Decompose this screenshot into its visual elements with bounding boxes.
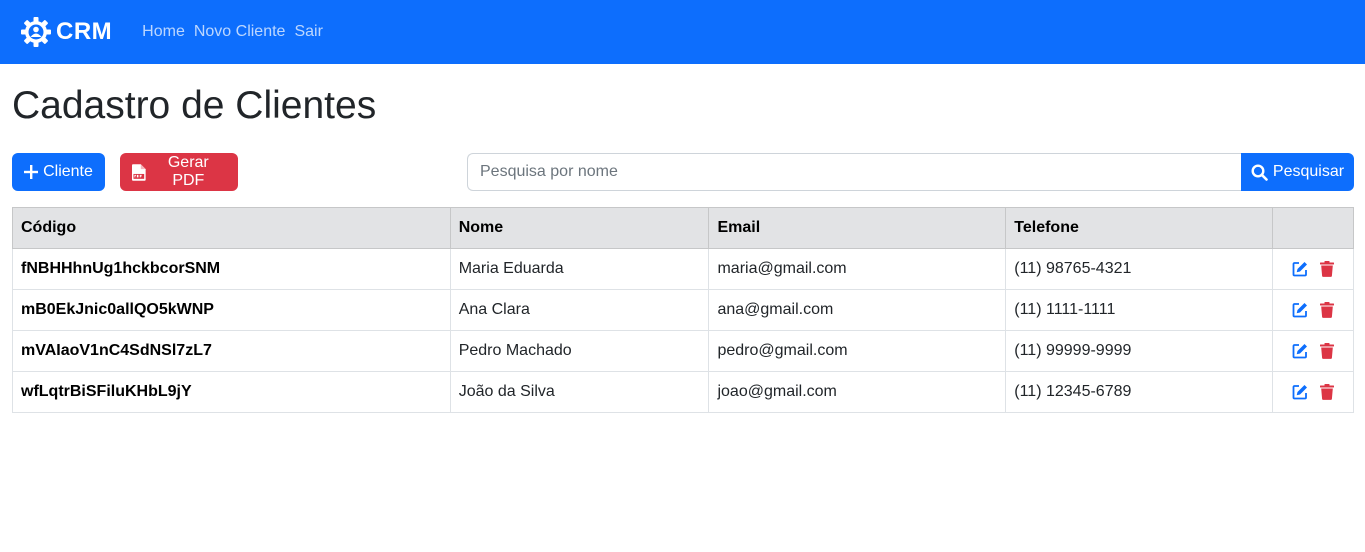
table-row: wfLqtrBiSFiluKHbL9jY João da Silva joao@… xyxy=(12,371,1354,413)
trash-icon[interactable] xyxy=(1320,302,1334,318)
cell-phone: (11) 98765-4321 xyxy=(1005,248,1274,290)
cell-email: maria@gmail.com xyxy=(708,248,1007,290)
trash-icon[interactable] xyxy=(1320,384,1334,400)
cell-email: ana@gmail.com xyxy=(708,289,1007,331)
add-client-button[interactable]: Cliente xyxy=(12,153,105,191)
edit-icon[interactable] xyxy=(1292,384,1308,400)
cell-name: Pedro Machado xyxy=(449,330,710,372)
row-actions xyxy=(1281,261,1345,277)
cell-actions xyxy=(1272,289,1354,331)
toolbar: Cliente Gerar PDF Pesquisar xyxy=(12,153,1354,191)
generate-pdf-button[interactable]: Gerar PDF xyxy=(120,153,238,191)
cell-code: wfLqtrBiSFiluKHbL9jY xyxy=(12,371,451,413)
header-actions xyxy=(1272,207,1354,249)
edit-icon[interactable] xyxy=(1292,261,1308,277)
cell-phone: (11) 99999-9999 xyxy=(1005,330,1274,372)
cell-actions xyxy=(1272,330,1354,372)
nav-link-sair[interactable]: Sair xyxy=(294,23,322,41)
table-row: fNBHHhnUg1hckbcorSNM Maria Eduarda maria… xyxy=(12,248,1354,290)
row-actions xyxy=(1281,302,1345,318)
gear-user-icon xyxy=(21,17,51,47)
file-pdf-icon xyxy=(132,163,146,181)
clients-table: Código Nome Email Telefone fNBHHhnUg1hck… xyxy=(12,207,1354,413)
search-icon xyxy=(1251,163,1268,181)
cell-email: joao@gmail.com xyxy=(708,371,1007,413)
cell-code: fNBHHhnUg1hckbcorSNM xyxy=(12,248,451,290)
search-button-label: Pesquisar xyxy=(1272,163,1345,180)
row-actions xyxy=(1281,384,1345,400)
main-container: Cadastro de Clientes Cliente Gerar PDF P… xyxy=(0,83,1365,413)
header-codigo[interactable]: Código xyxy=(12,207,451,249)
cell-name: João da Silva xyxy=(449,371,710,413)
brand-label: CRM xyxy=(56,18,113,45)
cell-email: pedro@gmail.com xyxy=(708,330,1007,372)
header-telefone[interactable]: Telefone xyxy=(1005,207,1274,249)
table-header-row: Código Nome Email Telefone xyxy=(12,207,1354,249)
edit-icon[interactable] xyxy=(1292,302,1308,318)
search-group: Pesquisar xyxy=(467,153,1354,191)
row-actions xyxy=(1281,343,1345,359)
table-row: mB0EkJnic0allQO5kWNP Ana Clara ana@gmail… xyxy=(12,289,1354,331)
cell-phone: (11) 12345-6789 xyxy=(1005,371,1274,413)
edit-icon[interactable] xyxy=(1292,343,1308,359)
brand[interactable]: CRM xyxy=(20,16,112,48)
page-title: Cadastro de Clientes xyxy=(12,84,377,127)
trash-icon[interactable] xyxy=(1320,343,1334,359)
generate-pdf-label: Gerar PDF xyxy=(167,154,209,189)
navbar: CRM Home Novo Cliente Sair xyxy=(0,0,1365,64)
cell-name: Ana Clara xyxy=(449,289,710,331)
nav-link-novo-cliente[interactable]: Novo Cliente xyxy=(194,23,286,41)
nav-link-home[interactable]: Home xyxy=(142,23,185,41)
search-button[interactable]: Pesquisar xyxy=(1241,153,1354,191)
header-email[interactable]: Email xyxy=(708,207,1007,249)
cell-name: Maria Eduarda xyxy=(449,248,710,290)
cell-actions xyxy=(1272,248,1354,290)
search-input[interactable] xyxy=(467,153,1241,191)
cell-phone: (11) 1111-1111 xyxy=(1005,289,1274,331)
add-client-label: Cliente xyxy=(43,163,93,180)
cell-code: mB0EkJnic0allQO5kWNP xyxy=(12,289,451,331)
cell-code: mVAIaoV1nC4SdNSl7zL7 xyxy=(12,330,451,372)
plus-icon xyxy=(24,165,39,179)
cell-actions xyxy=(1272,371,1354,413)
trash-icon[interactable] xyxy=(1320,261,1334,277)
header-nome[interactable]: Nome xyxy=(449,207,710,249)
table-row: mVAIaoV1nC4SdNSl7zL7 Pedro Machado pedro… xyxy=(12,330,1354,372)
